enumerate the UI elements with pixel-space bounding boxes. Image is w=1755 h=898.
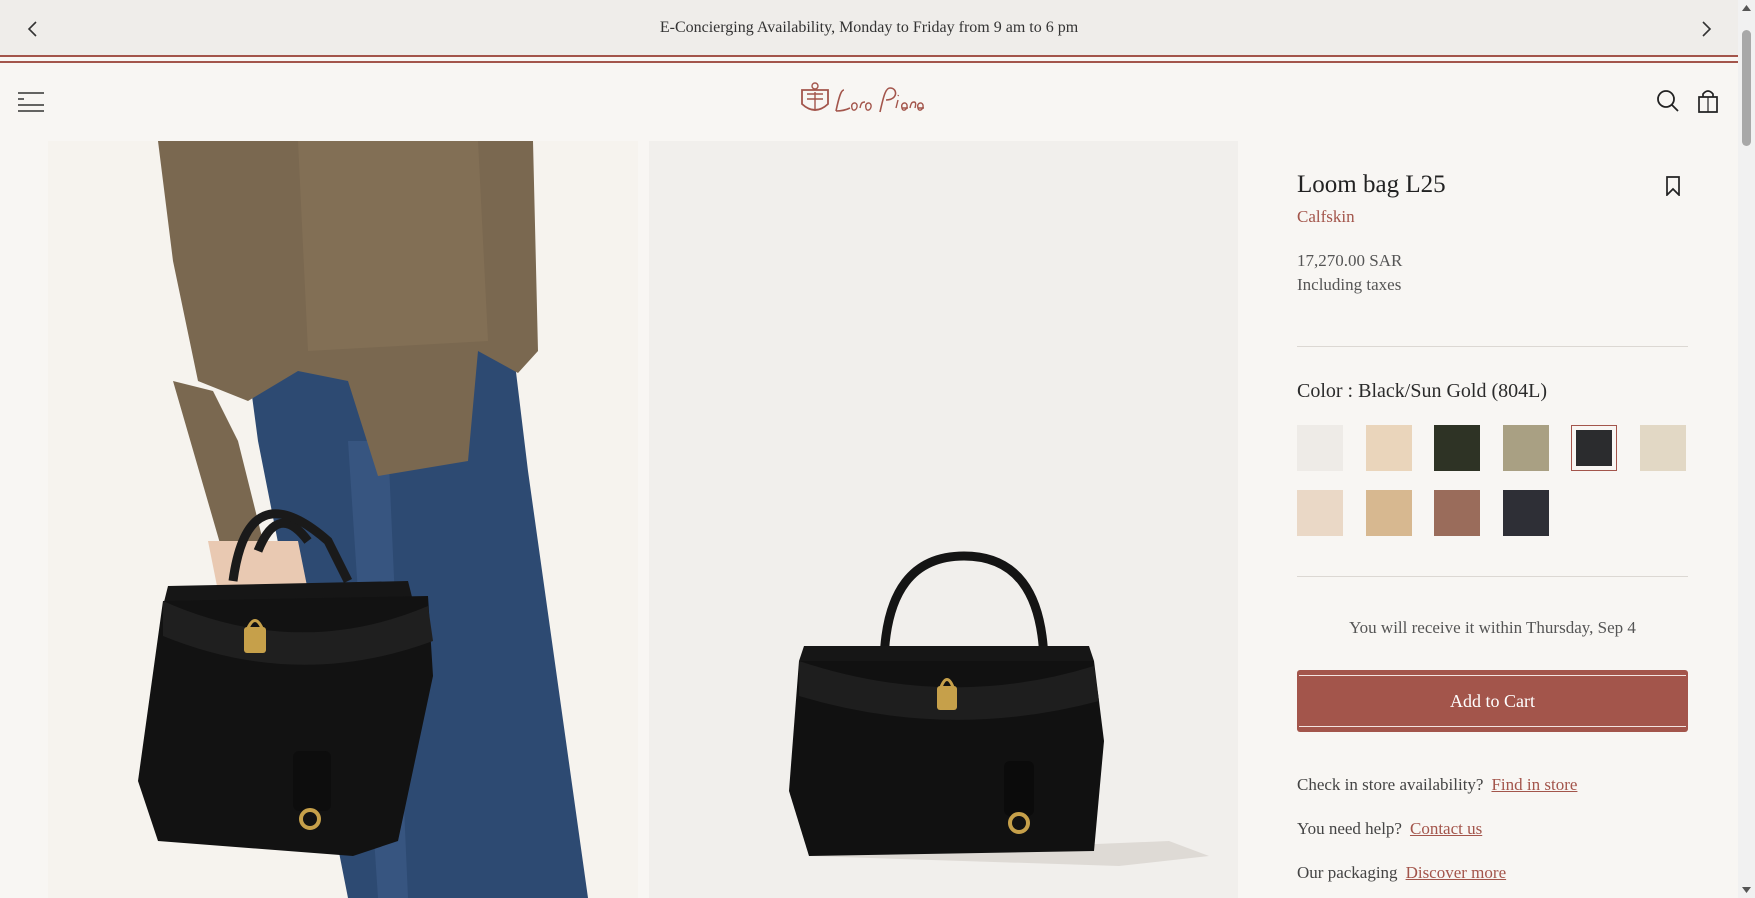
scroll-up-icon[interactable]: [1738, 0, 1755, 17]
store-question: Check in store availability?: [1297, 775, 1484, 794]
announcement-bar: E-Concierging Availability, Monday to Fr…: [0, 0, 1738, 56]
product-image-worn[interactable]: [48, 141, 638, 898]
add-to-cart-button[interactable]: Add to Cart: [1297, 670, 1688, 732]
scrollbar-thumb[interactable]: [1742, 30, 1751, 146]
color-swatch[interactable]: [1366, 425, 1412, 471]
color-swatch[interactable]: [1503, 490, 1549, 536]
packaging-row: Our packaging Discover more: [1297, 863, 1506, 883]
contact-us-link[interactable]: Contact us: [1410, 819, 1482, 838]
help-question: You need help?: [1297, 819, 1402, 838]
find-in-store-link[interactable]: Find in store: [1491, 775, 1577, 794]
delivery-estimate: You will receive it within Thursday, Sep…: [1349, 618, 1636, 637]
color-swatch[interactable]: [1366, 490, 1412, 536]
chevron-right-icon[interactable]: [1697, 20, 1715, 38]
packaging-question: Our packaging: [1297, 863, 1398, 882]
site-header: [0, 66, 1738, 138]
product-photo-packshot: [649, 141, 1238, 898]
hamburger-menu-icon[interactable]: [18, 90, 44, 114]
discover-more-link[interactable]: Discover more: [1406, 863, 1507, 882]
brand-logo[interactable]: [798, 80, 940, 120]
product-photo-worn: [48, 141, 638, 898]
shopping-bag-icon[interactable]: [1697, 88, 1719, 114]
announcement-divider: [0, 55, 1738, 65]
product-material: Calfskin: [1297, 207, 1355, 226]
help-row: You need help? Contact us: [1297, 819, 1482, 839]
announcement-text: E-Concierging Availability, Monday to Fr…: [659, 19, 1079, 36]
color-swatch[interactable]: [1571, 425, 1617, 471]
tax-note: Including taxes: [1297, 275, 1402, 294]
store-availability-row: Check in store availability? Find in stor…: [1297, 775, 1577, 795]
color-swatch[interactable]: [1297, 490, 1343, 536]
color-swatch[interactable]: [1640, 425, 1686, 471]
color-swatch[interactable]: [1434, 425, 1480, 471]
divider: [1297, 576, 1688, 577]
add-to-cart-label: Add to Cart: [1450, 691, 1535, 711]
bookmark-icon[interactable]: [1665, 176, 1681, 196]
color-swatch[interactable]: [1434, 490, 1480, 536]
product-image-packshot[interactable]: [649, 141, 1238, 898]
page-scrollbar[interactable]: [1738, 0, 1755, 898]
product-title: Loom bag L25: [1297, 171, 1446, 198]
color-swatch[interactable]: [1297, 425, 1343, 471]
search-icon[interactable]: [1656, 89, 1680, 113]
color-swatch[interactable]: [1503, 425, 1549, 471]
color-label: Color : Black/Sun Gold (804L): [1297, 380, 1547, 402]
crest-icon: [801, 82, 829, 111]
divider: [1297, 346, 1688, 347]
scroll-down-icon[interactable]: [1738, 881, 1755, 898]
product-price: 17,270.00 SAR: [1297, 251, 1403, 270]
